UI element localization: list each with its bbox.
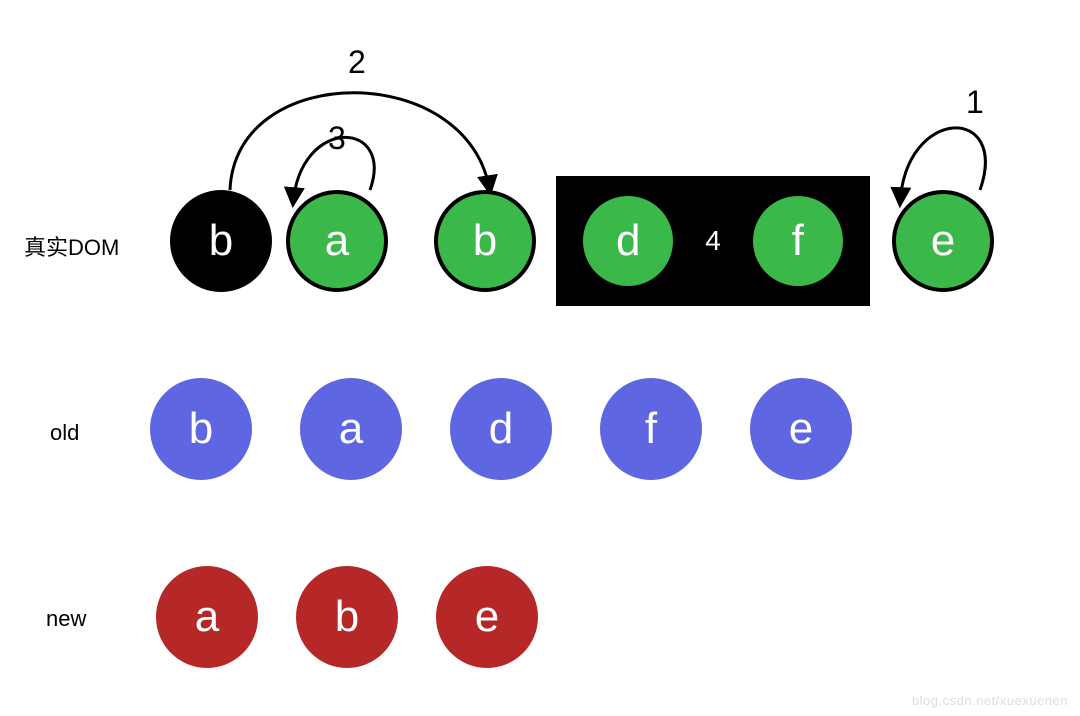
node-old-b: b (150, 378, 252, 480)
arrow-2 (230, 93, 490, 192)
node-old-f: f (600, 378, 702, 480)
annotation-1: 1 (966, 84, 984, 121)
node-new-b: b (296, 566, 398, 668)
node-real-b-black: b (170, 190, 272, 292)
label-new: new (46, 606, 86, 632)
node-new-e: e (436, 566, 538, 668)
node-old-d: d (450, 378, 552, 480)
node-real-e: e (892, 190, 994, 292)
node-real-b-green: b (434, 190, 536, 292)
black-group-box: d 4 f (556, 176, 870, 306)
watermark: blog.csdn.net/xuexuenen (912, 693, 1068, 708)
label-real-dom: 真实DOM (24, 230, 119, 262)
node-real-f: f (749, 192, 847, 290)
black-box-center-text: 4 (705, 225, 721, 257)
label-old: old (50, 420, 79, 446)
annotation-2: 2 (348, 44, 366, 81)
node-real-d: d (579, 192, 677, 290)
node-old-a: a (300, 378, 402, 480)
node-real-a: a (286, 190, 388, 292)
node-new-a: a (156, 566, 258, 668)
annotation-3: 3 (328, 120, 346, 157)
node-old-e: e (750, 378, 852, 480)
